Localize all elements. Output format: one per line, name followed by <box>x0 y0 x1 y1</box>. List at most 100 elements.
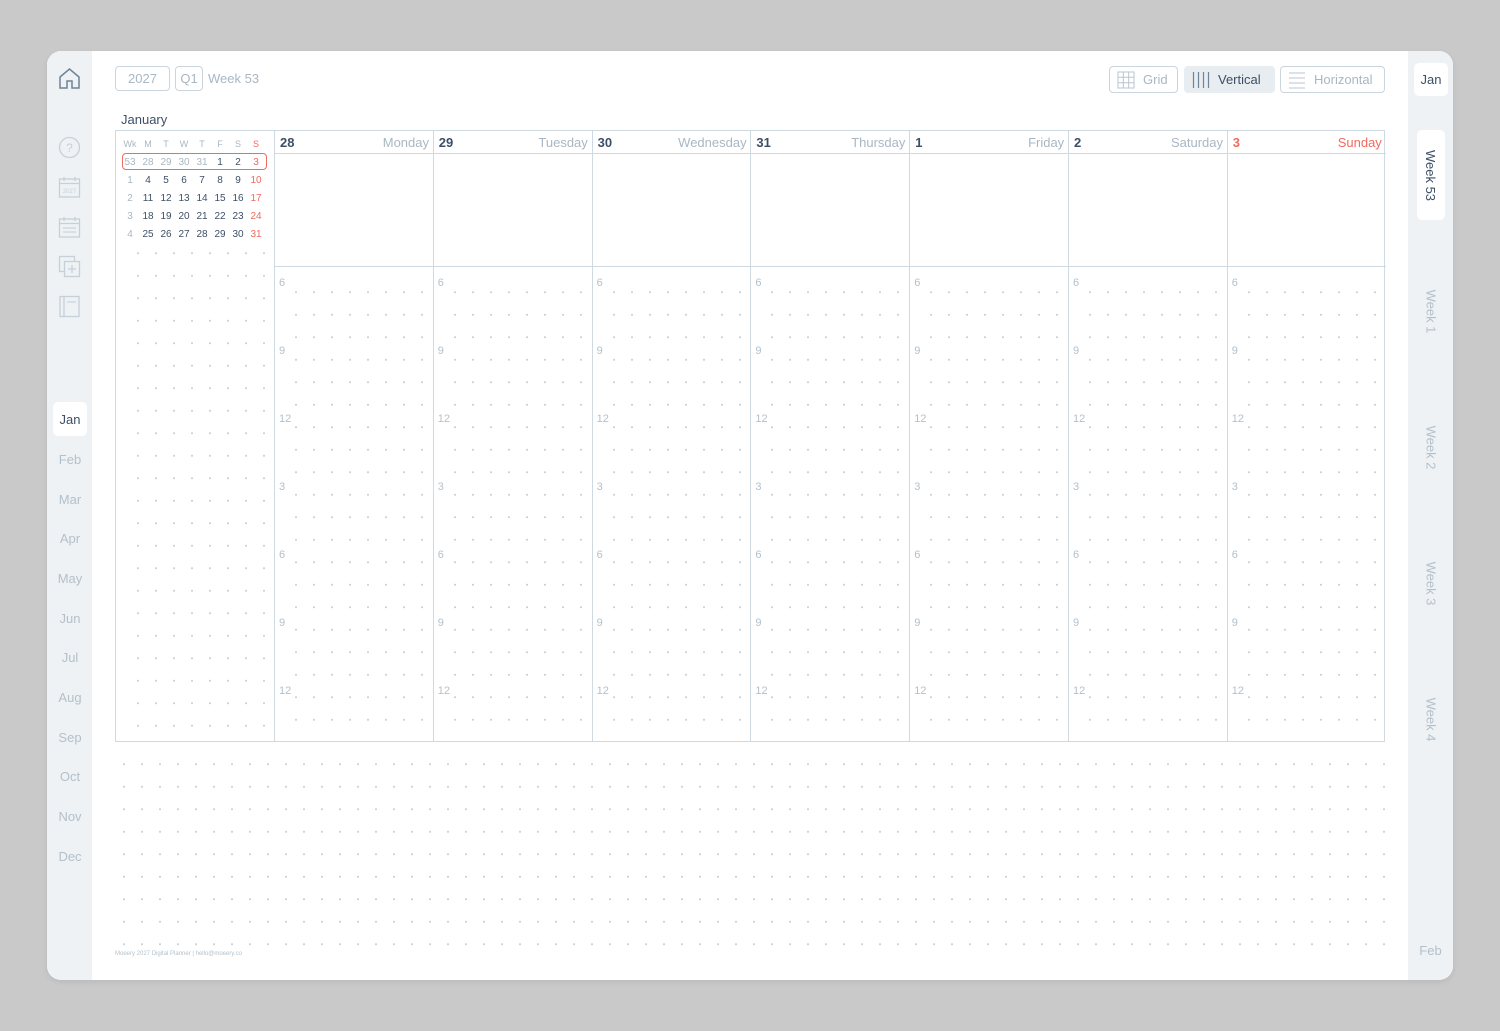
year-button[interactable]: 2027 <box>115 66 170 91</box>
day-column-thursday[interactable]: 31 Thursday 6 9 12 3 6 9 12 <box>750 131 910 741</box>
mini-day-cell: 24 <box>250 210 262 222</box>
horizontal-layout-icon <box>1289 72 1305 88</box>
mini-header-cell: T <box>199 139 205 149</box>
grid-view-button[interactable]: Grid <box>1109 66 1178 93</box>
hour-label: 9 <box>1231 345 1238 357</box>
horizontal-view-button[interactable]: Horizontal <box>1280 66 1385 93</box>
hour-label: 6 <box>437 549 444 561</box>
help-icon[interactable]: ? <box>57 135 82 160</box>
mini-day-cell: 8 <box>217 174 223 186</box>
month-tab-jun[interactable]: Jun <box>53 601 87 635</box>
timeline-dot-grid <box>922 281 1063 721</box>
day-column-tuesday[interactable]: 29 Tuesday 6 9 12 3 6 9 12 <box>432 131 592 741</box>
day-number: 28 <box>280 135 295 150</box>
mini-calendar-week-row[interactable]: 1 4 5 6 7 8 9 10 <box>121 171 269 189</box>
hour-label: 12 <box>1073 685 1086 697</box>
month-tab-jan[interactable]: Jan <box>53 402 87 436</box>
add-page-icon[interactable] <box>57 254 82 279</box>
day-column-monday[interactable]: 28 Monday 6 9 12 3 6 9 12 <box>274 131 433 741</box>
hour-label: 3 <box>914 481 921 493</box>
day-name: Wednesday <box>678 135 747 150</box>
month-tab-mar[interactable]: Mar <box>53 482 87 516</box>
hour-label: 3 <box>437 481 444 493</box>
hour-label: 3 <box>596 481 603 493</box>
year-calendar-icon[interactable]: 2027 <box>57 175 82 200</box>
hour-label: 6 <box>1231 549 1238 561</box>
mini-day-cell: 5 <box>163 174 169 186</box>
day-column-sunday[interactable]: 3 Sunday 6 9 12 3 6 9 12 <box>1226 131 1386 741</box>
day-number: 3 <box>1232 135 1241 150</box>
hour-label: 9 <box>914 617 921 629</box>
hour-label: 6 <box>596 549 603 561</box>
month-tab-feb[interactable]: Feb <box>53 442 87 476</box>
mini-day-cell: 9 <box>235 174 241 186</box>
mini-calendar-week-row[interactable]: 2 11 12 13 14 15 16 17 <box>121 189 269 207</box>
day-header[interactable]: 1 Friday <box>910 131 1069 154</box>
hour-label: 6 <box>914 549 921 561</box>
hour-label: 6 <box>279 549 286 561</box>
mini-calendar-week-row[interactable]: 3 18 19 20 21 22 23 24 <box>121 207 269 225</box>
planner-page: ? 2027 Jan Feb Mar Apr May Jun Jul Aug S… <box>47 51 1453 980</box>
mini-calendar-week-row[interactable]: 4 25 26 27 28 29 30 31 <box>121 225 269 243</box>
day-column-saturday[interactable]: 2 Saturday 6 9 12 3 6 9 12 <box>1068 131 1227 741</box>
vertical-layout-icon <box>1192 71 1210 88</box>
month-tab-oct[interactable]: Oct <box>53 759 87 793</box>
mini-day-cell: 21 <box>196 210 208 222</box>
week-tab-4[interactable]: Week 4 <box>1417 674 1445 764</box>
hour-label: 6 <box>1073 549 1080 561</box>
week-tab-1[interactable]: Week 1 <box>1417 266 1445 356</box>
mini-header-cell: Wk <box>123 139 137 149</box>
timeline-dot-grid <box>1081 281 1221 721</box>
hour-label: 3 <box>1073 481 1080 493</box>
month-tab-dec[interactable]: Dec <box>53 839 87 873</box>
hour-label: 9 <box>437 345 444 357</box>
day-header[interactable]: 30 Wednesday <box>592 131 751 154</box>
month-tab-aug[interactable]: Aug <box>53 680 87 714</box>
hour-label: 9 <box>1231 617 1238 629</box>
mini-header-cell: M <box>144 139 152 149</box>
current-month-tab[interactable]: Jan <box>1414 63 1448 96</box>
month-tab-jul[interactable]: Jul <box>53 640 87 674</box>
next-month-tab[interactable]: Feb <box>1408 943 1453 958</box>
day-column-friday[interactable]: 1 Friday 6 9 12 3 6 9 12 <box>909 131 1069 741</box>
month-tab-sep[interactable]: Sep <box>53 720 87 754</box>
month-tab-nov[interactable]: Nov <box>53 799 87 833</box>
home-icon[interactable] <box>57 66 82 91</box>
day-header[interactable]: 28 Monday <box>275 131 433 154</box>
quarter-button[interactable]: Q1 <box>175 66 203 91</box>
week-tab-label: Week 53 <box>1423 149 1439 201</box>
mini-week-number[interactable]: 1 <box>121 175 139 186</box>
day-number: 29 <box>438 135 454 150</box>
all-day-divider <box>592 266 751 267</box>
day-header[interactable]: 29 Tuesday <box>433 131 592 154</box>
month-calendar-icon[interactable] <box>57 215 82 240</box>
mini-week-number[interactable]: 4 <box>121 229 139 240</box>
week-tab-53[interactable]: Week 53 <box>1417 130 1445 220</box>
hour-label: 9 <box>279 345 286 357</box>
day-header[interactable]: 31 Thursday <box>751 131 910 154</box>
month-tab-apr[interactable]: Apr <box>53 521 87 555</box>
week-tab-label: Week 2 <box>1423 425 1439 469</box>
week-tab-2[interactable]: Week 2 <box>1417 402 1445 492</box>
day-column-wednesday[interactable]: 30 Wednesday 6 9 12 3 6 9 12 <box>591 131 751 741</box>
day-header[interactable]: 3 Sunday <box>1227 131 1386 154</box>
hour-label: 6 <box>1231 277 1238 289</box>
timeline-dot-grid <box>604 281 745 721</box>
week-tab-3[interactable]: Week 3 <box>1417 538 1445 628</box>
mini-week-number[interactable]: 3 <box>121 211 139 222</box>
mini-day-cell: 19 <box>160 210 172 222</box>
hour-label: 12 <box>437 413 451 425</box>
footer-credit: Moeery 2027 Digital Planner | hello@moee… <box>115 951 242 957</box>
month-tab-may[interactable]: May <box>53 561 87 595</box>
mini-day-cell: 13 <box>178 192 190 204</box>
mini-day-cell: 15 <box>214 192 226 204</box>
mini-day-cell: 26 <box>160 228 172 240</box>
week-tab-label: Week 3 <box>1423 561 1439 605</box>
vertical-view-button[interactable]: Vertical <box>1184 66 1275 93</box>
mini-day-cell: 25 <box>142 228 154 240</box>
notebook-icon[interactable] <box>57 294 82 319</box>
day-header[interactable]: 2 Saturday <box>1069 131 1227 154</box>
hour-label: 6 <box>437 277 444 289</box>
hour-label: 3 <box>755 481 762 493</box>
mini-week-number[interactable]: 2 <box>121 193 139 204</box>
